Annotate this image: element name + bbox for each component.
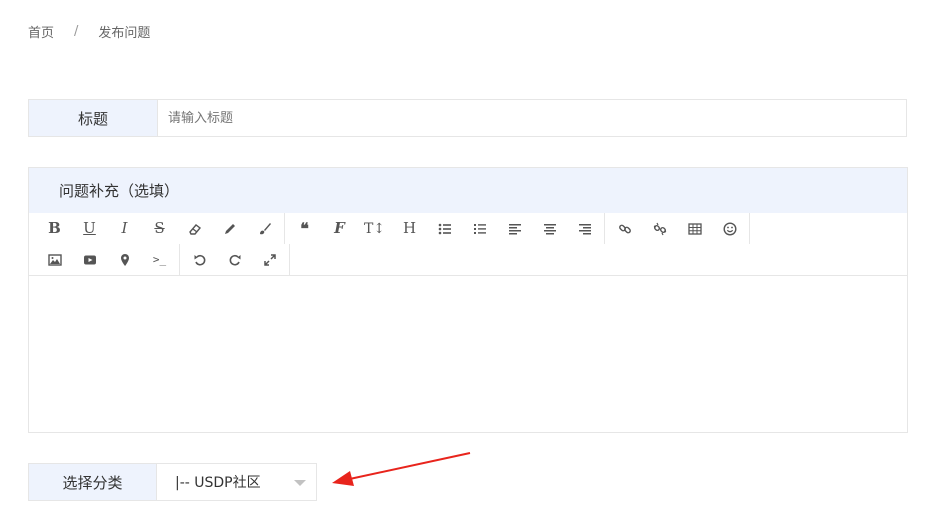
- breadcrumb-current: 发布问题: [98, 26, 151, 41]
- toolbar-divider: [604, 213, 605, 244]
- align-center-icon[interactable]: [532, 214, 567, 244]
- bold-icon[interactable]: B: [37, 214, 72, 244]
- emoji-icon[interactable]: [712, 214, 747, 244]
- rich-text-editor: 问题补充（选填） B U I S ❝ F T↕ H >_: [28, 167, 908, 433]
- category-label: 选择分类: [28, 463, 157, 501]
- breadcrumb-separator: /: [74, 24, 79, 39]
- pencil-icon[interactable]: [212, 214, 247, 244]
- brush-icon[interactable]: [247, 214, 282, 244]
- toolbar-divider: [179, 244, 180, 275]
- category-selected-value: |-- USDP社区: [175, 475, 261, 491]
- quote-icon[interactable]: ❝: [287, 214, 322, 244]
- editor-header: 问题补充（选填）: [29, 168, 907, 213]
- bullet-list-icon[interactable]: [427, 214, 462, 244]
- link-icon[interactable]: [607, 214, 642, 244]
- category-field-row: 选择分类 |-- USDP社区: [28, 463, 317, 501]
- map-marker-icon[interactable]: [107, 245, 142, 275]
- undo-icon[interactable]: [182, 245, 217, 275]
- terminal-icon[interactable]: >_: [142, 245, 177, 275]
- strikethrough-icon[interactable]: S: [142, 214, 177, 244]
- title-input[interactable]: [158, 100, 906, 136]
- numbered-list-icon[interactable]: [462, 214, 497, 244]
- redo-icon[interactable]: [217, 245, 252, 275]
- italic-icon[interactable]: I: [107, 214, 142, 244]
- editor-toolbar: B U I S ❝ F T↕ H >_: [29, 213, 907, 276]
- editor-content-area[interactable]: [29, 276, 907, 432]
- breadcrumb: 首页 / 发布问题: [28, 22, 150, 41]
- toolbar-divider: [749, 213, 750, 244]
- category-select[interactable]: |-- USDP社区: [157, 463, 317, 501]
- heading-icon[interactable]: H: [392, 214, 427, 244]
- breadcrumb-home-link[interactable]: 首页: [28, 22, 54, 41]
- font-size-icon[interactable]: T↕: [357, 214, 392, 244]
- underline-icon[interactable]: U: [72, 214, 107, 244]
- eraser-icon[interactable]: [177, 214, 212, 244]
- align-left-icon[interactable]: [497, 214, 532, 244]
- font-icon[interactable]: F: [322, 214, 357, 244]
- table-icon[interactable]: [677, 214, 712, 244]
- image-icon[interactable]: [37, 245, 72, 275]
- toolbar-divider: [284, 213, 285, 244]
- align-right-icon[interactable]: [567, 214, 602, 244]
- title-label: 标题: [29, 100, 158, 136]
- unlink-icon[interactable]: [642, 214, 677, 244]
- video-icon[interactable]: [72, 245, 107, 275]
- fullscreen-icon[interactable]: [252, 245, 287, 275]
- title-field-row: 标题: [28, 99, 907, 137]
- toolbar-divider: [289, 244, 290, 275]
- chevron-down-icon: [294, 480, 306, 486]
